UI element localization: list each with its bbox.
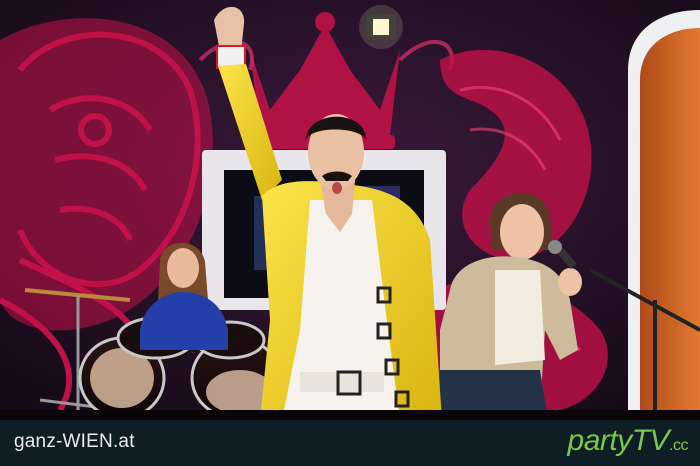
brand-left-pre: ga [14, 431, 36, 452]
arch-doorway [628, 10, 700, 420]
brand-left-post: nz-WIEN.at [35, 431, 135, 452]
brand-logo-left: ganz-WIEN.at [14, 431, 135, 453]
brand-logo-right: partyTV.cc [567, 424, 689, 458]
footer-bar: ganz-WIEN.at partyTV.cc [0, 420, 700, 466]
photo-scene [0, 0, 700, 420]
ceiling-spotlight [359, 5, 403, 49]
floor [0, 410, 700, 420]
brand-right-suffix: .cc [669, 437, 688, 454]
brand-right-main: partyTV [567, 424, 670, 457]
